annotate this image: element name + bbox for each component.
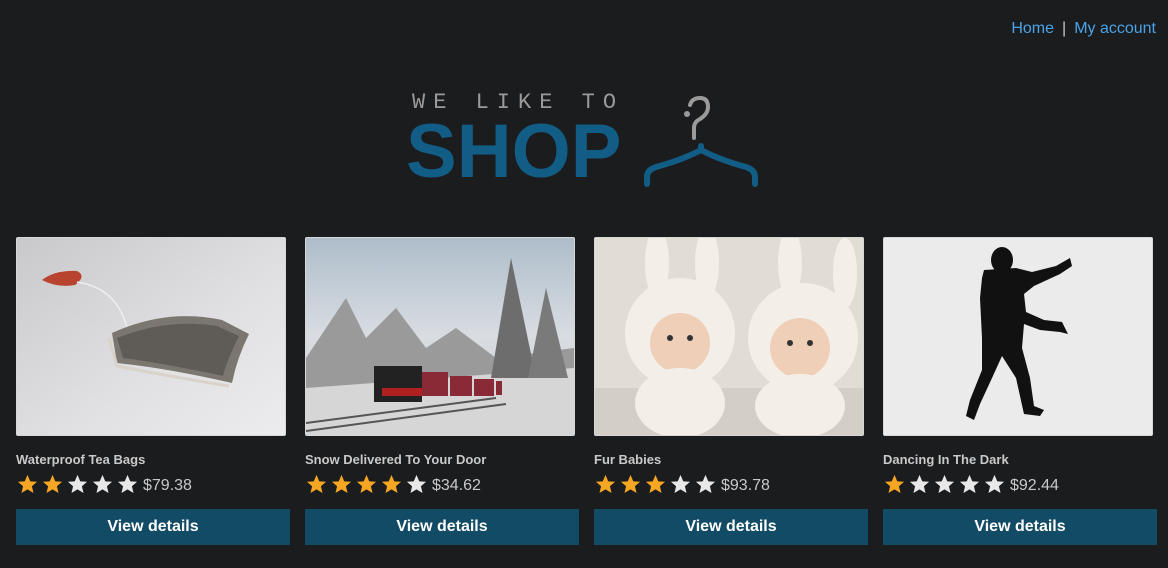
- product-rating: $93.78: [594, 472, 868, 496]
- fur-babies-image: [595, 238, 863, 435]
- top-nav: Home | My account: [1011, 20, 1156, 38]
- star-rating: [883, 473, 1006, 495]
- product-title[interactable]: Fur Babies: [594, 452, 868, 467]
- product-card: Snow Delivered To Your Door $34.62 View …: [305, 237, 579, 545]
- product-image-dancer[interactable]: [883, 237, 1153, 436]
- view-details-button[interactable]: View details: [305, 509, 579, 545]
- tea-bag-image: [17, 238, 285, 435]
- star-filled-icon: [620, 474, 641, 494]
- star-empty-icon: [117, 474, 138, 494]
- product-price: $93.78: [721, 477, 770, 494]
- nav-separator: |: [1062, 20, 1067, 37]
- logo-wordmark: SHOP: [406, 109, 622, 194]
- product-price: $79.38: [143, 477, 192, 494]
- home-link[interactable]: Home: [1011, 20, 1054, 37]
- star-filled-icon: [884, 474, 905, 494]
- star-filled-icon: [42, 474, 63, 494]
- product-title[interactable]: Snow Delivered To Your Door: [305, 452, 579, 467]
- product-rating: $34.62: [305, 472, 579, 496]
- product-price: $92.44: [1010, 477, 1059, 494]
- star-rating: [305, 473, 428, 495]
- star-filled-icon: [356, 474, 377, 494]
- star-empty-icon: [670, 474, 691, 494]
- dancer-silhouette-image: [884, 238, 1152, 435]
- product-grid: Waterproof Tea Bags $79.38 View details: [16, 237, 1157, 545]
- product-rating: $92.44: [883, 472, 1157, 496]
- star-empty-icon: [67, 474, 88, 494]
- product-card: Fur Babies $93.78 View details: [594, 237, 868, 545]
- star-empty-icon: [984, 474, 1005, 494]
- star-filled-icon: [381, 474, 402, 494]
- star-empty-icon: [406, 474, 427, 494]
- view-details-button[interactable]: View details: [883, 509, 1157, 545]
- star-rating: [594, 473, 717, 495]
- product-image-tea-bag[interactable]: [16, 237, 286, 436]
- star-empty-icon: [934, 474, 955, 494]
- view-details-button[interactable]: View details: [594, 509, 868, 545]
- star-empty-icon: [909, 474, 930, 494]
- snow-train-image: [306, 238, 574, 435]
- product-title[interactable]: Dancing In The Dark: [883, 452, 1157, 467]
- star-filled-icon: [17, 474, 38, 494]
- star-empty-icon: [695, 474, 716, 494]
- product-rating: $79.38: [16, 472, 290, 496]
- star-filled-icon: [645, 474, 666, 494]
- star-filled-icon: [595, 474, 616, 494]
- star-filled-icon: [331, 474, 352, 494]
- product-price: $34.62: [432, 477, 481, 494]
- product-image-fur-babies[interactable]: [594, 237, 864, 436]
- star-empty-icon: [959, 474, 980, 494]
- star-rating: [16, 473, 139, 495]
- my-account-link[interactable]: My account: [1074, 20, 1156, 37]
- hanger-icon: [644, 95, 758, 187]
- star-filled-icon: [306, 474, 327, 494]
- product-image-snow-train[interactable]: [305, 237, 575, 436]
- product-title[interactable]: Waterproof Tea Bags: [16, 452, 290, 467]
- product-card: Waterproof Tea Bags $79.38 View details: [16, 237, 290, 545]
- view-details-button[interactable]: View details: [16, 509, 290, 545]
- site-logo[interactable]: WE LIKE TO SHOP: [406, 88, 770, 190]
- product-card: Dancing In The Dark $92.44 View details: [883, 237, 1157, 545]
- star-empty-icon: [92, 474, 113, 494]
